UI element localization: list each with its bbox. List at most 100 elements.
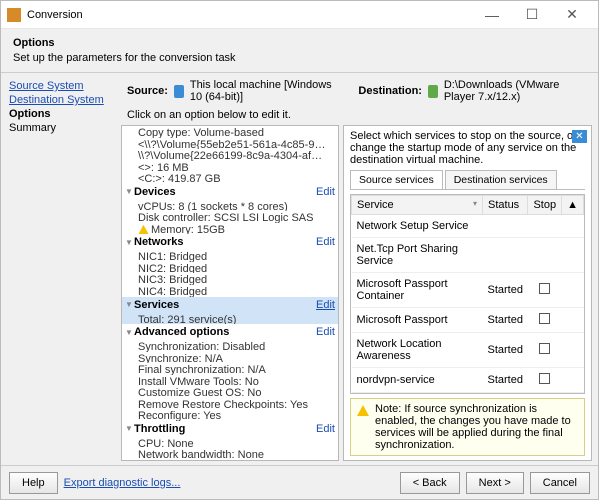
vmware-icon [428,85,438,98]
wizard-steps: Source SystemDestination SystemOptionsSu… [1,73,119,465]
cell-service: Microsoft Passport [352,308,483,333]
cell-stop[interactable] [528,238,562,273]
wizard-step-destination-system[interactable]: Destination System [9,93,111,107]
tree-item[interactable]: Final synchronization: N/A [122,363,338,375]
tree-section-throttling[interactable]: ▼ThrottlingEdit [122,421,338,437]
twisty-icon: ▼ [125,300,134,309]
wizard-step-options: Options [9,107,111,121]
tree-item[interactable]: Copy type: Volume-based [122,126,338,138]
table-row[interactable]: nordvpn-serviceStarted [352,368,584,393]
checkbox[interactable] [539,283,550,294]
col-service[interactable]: Service▾ [352,196,483,215]
tree-item[interactable]: <C:>: 419.87 GB [122,172,338,184]
cell-stop[interactable] [528,308,562,333]
tree-item[interactable]: Memory: 15GB [122,223,338,235]
tree-item[interactable]: Synchronization: Disabled [122,340,338,352]
warning-icon [138,225,149,234]
tree-item[interactable]: Disk controller: SCSI LSI Logic SAS [122,211,338,223]
wizard-step-source-system[interactable]: Source System [9,79,111,93]
tree-item[interactable]: NIC1: Bridged [122,250,338,262]
twisty-icon: ▼ [125,187,134,196]
tree-item[interactable]: NIC2: Bridged [122,262,338,274]
col-status[interactable]: Status [483,196,528,215]
tree-item[interactable]: Remove Restore Checkpoints: Yes [122,398,338,410]
cell-status [483,238,528,273]
twisty-icon: ▼ [125,328,134,337]
table-row[interactable]: Network Store Interface ServiceStarted [352,393,584,395]
panel-description: Select which services to stop on the sou… [350,130,585,166]
cell-service: Microsoft Passport Container [352,273,483,308]
sort-icon[interactable]: ▾ [473,199,477,208]
edit-link[interactable]: Edit [316,326,335,338]
tree-item[interactable]: Install VMware Tools: No [122,375,338,387]
services-table-wrap[interactable]: Service▾StatusStop▲ Network Setup Servic… [350,194,585,394]
help-button[interactable]: Help [9,472,58,494]
page-header: Options Set up the parameters for the co… [1,29,598,72]
wizard-step-summary: Summary [9,121,111,135]
computer-icon [174,85,184,98]
cell-stop[interactable] [528,215,562,238]
tree-section-advanced-options[interactable]: ▼Advanced optionsEdit [122,324,338,340]
cell-status: Started [483,308,528,333]
close-button[interactable]: ✕ [552,6,592,23]
next-button[interactable]: Next > [466,472,524,494]
minimize-button[interactable]: — [472,7,512,23]
tree-section-services[interactable]: ▼ServicesEdit [122,297,338,313]
tree-item[interactable]: NIC4: Bridged [122,285,338,297]
tree-item[interactable]: vCPUs: 8 (1 sockets * 8 cores) [122,200,338,212]
cell-status: Started [483,273,528,308]
source-value: This local machine [Windows 10 (64-bit)] [190,79,340,103]
tree-section-networks[interactable]: ▼NetworksEdit [122,234,338,250]
scroll-up-icon[interactable]: ▲ [562,196,584,215]
cell-stop[interactable] [528,393,562,395]
tree-item[interactable]: Total: 291 service(s) [122,313,338,325]
cell-stop[interactable] [528,333,562,368]
checkbox[interactable] [539,343,550,354]
twisty-icon: ▼ [125,238,134,247]
twisty-icon: ▼ [125,424,134,433]
checkbox[interactable] [539,373,550,384]
tree-section-devices[interactable]: ▼DevicesEdit [122,184,338,200]
edit-link[interactable]: Edit [316,299,335,311]
tree-item[interactable]: \\?\Volume{22e66199-8c9a-4304-af… [122,149,338,161]
cancel-button[interactable]: Cancel [530,472,590,494]
table-row[interactable]: Network Location AwarenessStarted [352,333,584,368]
cell-stop[interactable] [528,273,562,308]
tree-item[interactable]: CPU: None [122,437,338,449]
edit-link[interactable]: Edit [316,423,335,435]
tree-item[interactable]: <\\?\Volume{55eb2e51-561a-4c85-9… [122,138,338,150]
maximize-button[interactable]: ☐ [512,6,552,23]
checkbox[interactable] [539,313,550,324]
tree-item[interactable]: Customize Guest OS: No [122,386,338,398]
edit-link[interactable]: Edit [316,186,335,198]
page-subtitle: Set up the parameters for the conversion… [13,52,586,64]
cell-service: Network Store Interface Service [352,393,483,395]
col-stop[interactable]: Stop [528,196,562,215]
cell-service: Network Location Awareness [352,333,483,368]
service-tabs: Source servicesDestination services [350,170,585,190]
tab-destination-services[interactable]: Destination services [445,170,557,189]
source-dest-bar: Source: This local machine [Windows 10 (… [121,77,592,107]
tree-item[interactable]: Reconfigure: Yes [122,409,338,421]
tab-source-services[interactable]: Source services [350,170,443,189]
table-row[interactable]: Microsoft Passport ContainerStarted [352,273,584,308]
warning-icon [357,405,369,416]
tree-item[interactable]: Network bandwidth: None [122,448,338,460]
cell-stop[interactable] [528,368,562,393]
panel-close-icon[interactable]: ✕ [572,130,587,143]
wizard-footer: Help Export diagnostic logs... < Back Ne… [1,465,598,499]
cell-status: Started [483,333,528,368]
table-row[interactable]: Net.Tcp Port Sharing Service [352,238,584,273]
cell-service: Network Setup Service [352,215,483,238]
titlebar: Conversion — ☐ ✕ [1,1,598,29]
tree-item[interactable]: Synchronize: N/A [122,352,338,364]
edit-link[interactable]: Edit [316,236,335,248]
table-row[interactable]: Microsoft PassportStarted [352,308,584,333]
table-row[interactable]: Network Setup Service [352,215,584,238]
options-tree[interactable]: Copy type: Volume-based<\\?\Volume{55eb2… [121,125,339,461]
tree-item[interactable]: NIC3: Bridged [122,273,338,285]
export-logs-link[interactable]: Export diagnostic logs... [64,477,181,489]
back-button[interactable]: < Back [400,472,460,494]
sync-note: Note: If source synchronization is enabl… [350,398,585,456]
tree-item[interactable]: <>: 16 MB [122,161,338,173]
